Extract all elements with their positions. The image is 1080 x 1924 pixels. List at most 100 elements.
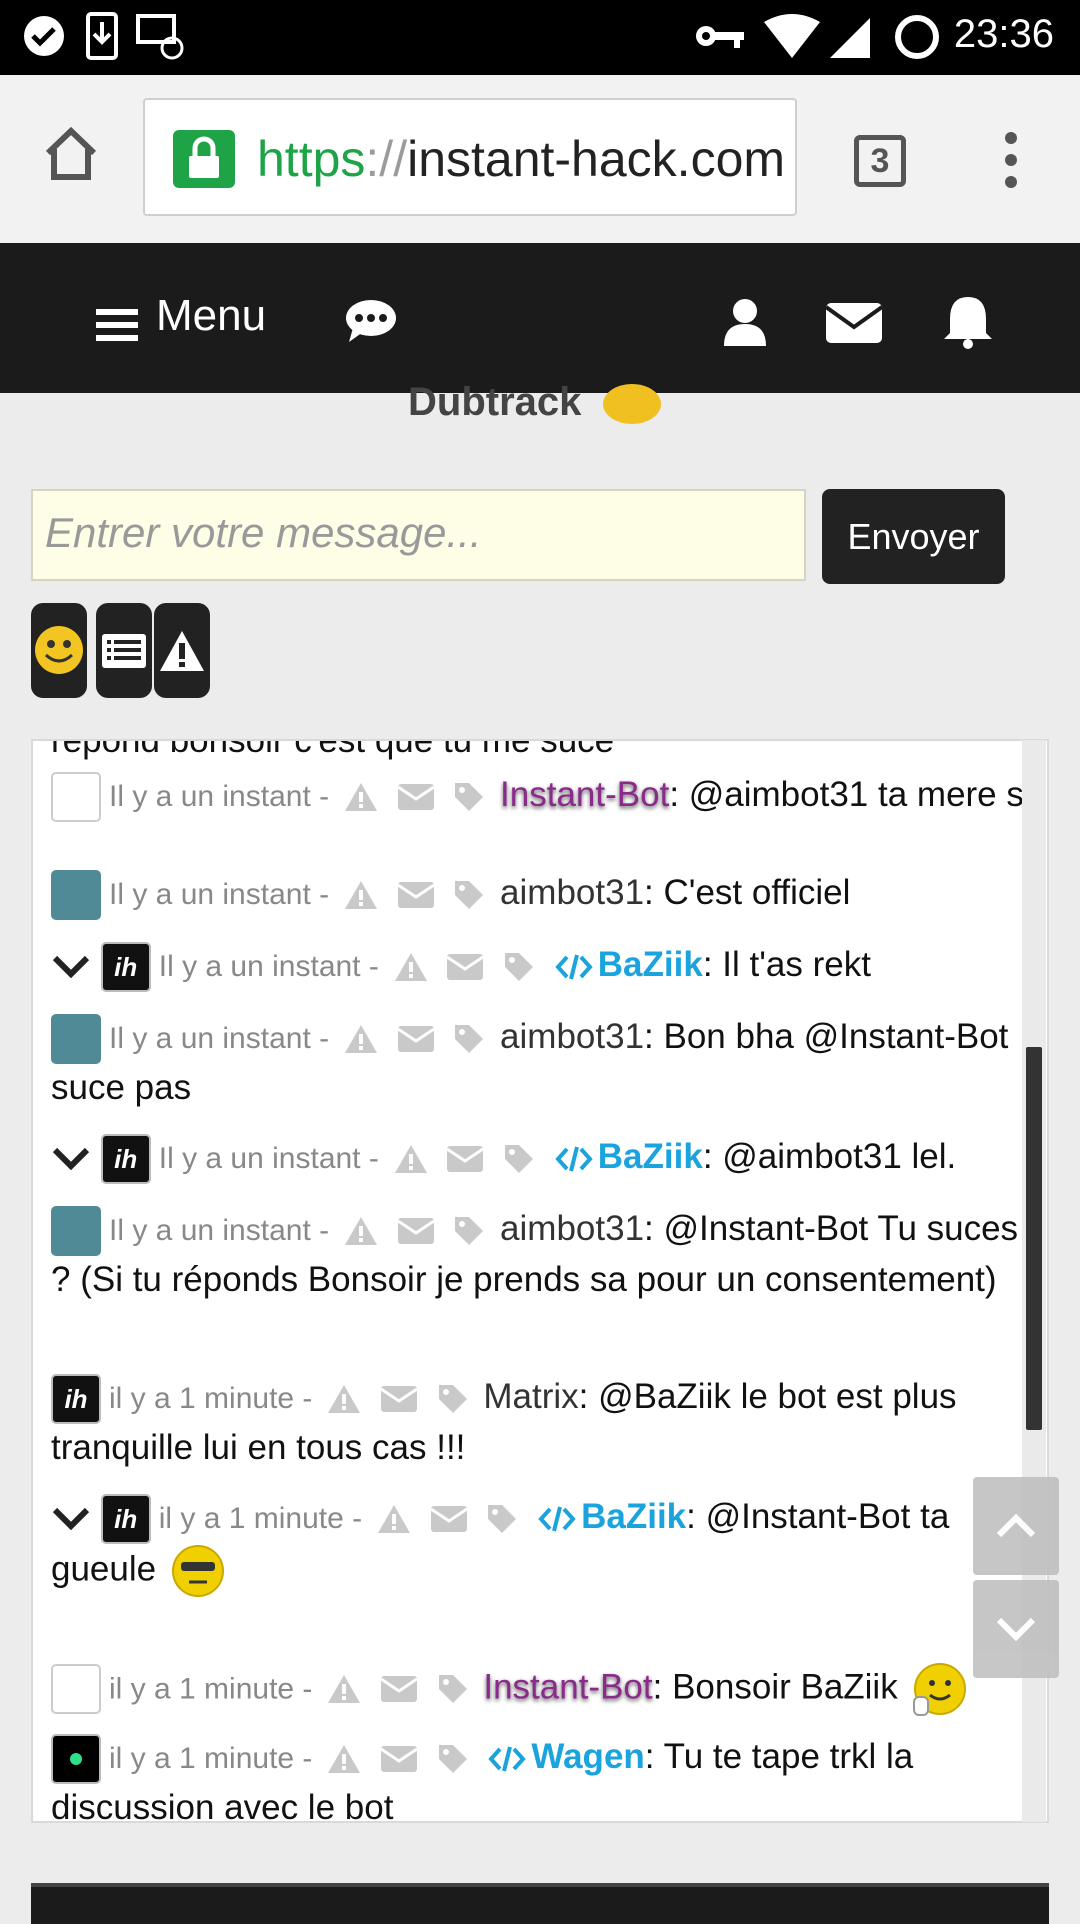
- envelope-icon[interactable]: [397, 1217, 434, 1244]
- avatar[interactable]: [51, 1205, 101, 1256]
- smiley-icon: [35, 626, 83, 674]
- emoji-button[interactable]: [31, 603, 87, 698]
- avatar[interactable]: [51, 1013, 101, 1064]
- chevron-down-icon[interactable]: [51, 1146, 91, 1172]
- wifi-icon: [764, 14, 820, 58]
- more-vert-icon[interactable]: [1000, 130, 1022, 190]
- username[interactable]: aimbot31: [500, 1017, 644, 1056]
- warning-icon[interactable]: [344, 1024, 378, 1054]
- list-item: Il y a un instant - aimbot31: C'est offi…: [51, 869, 1041, 920]
- avatar[interactable]: [51, 1733, 101, 1784]
- avatar[interactable]: [51, 869, 101, 920]
- tag-icon[interactable]: [453, 1023, 485, 1055]
- list-item: il y a 1 minute - Instant-Bot: Bonsoir B…: [51, 1661, 1041, 1717]
- warning-icon[interactable]: [394, 1144, 428, 1174]
- send-button[interactable]: Envoyer: [822, 489, 1005, 584]
- menu-label[interactable]: Menu: [156, 291, 266, 341]
- tag-icon[interactable]: [437, 1383, 469, 1415]
- message-text: : @aimbot31 lel.: [702, 1137, 957, 1176]
- envelope-icon[interactable]: [447, 1145, 484, 1172]
- download-icon: [86, 12, 118, 60]
- check-notification-icon: [24, 16, 64, 56]
- scroll-down-button[interactable]: [973, 1580, 1059, 1678]
- username[interactable]: Wagen: [531, 1737, 644, 1776]
- tag-icon[interactable]: [437, 1743, 469, 1775]
- tab-switcher-button[interactable]: 3: [854, 135, 906, 187]
- username[interactable]: Matrix: [483, 1377, 578, 1416]
- message-input[interactable]: Entrer votre message...: [31, 489, 806, 581]
- avatar[interactable]: [51, 771, 101, 822]
- report-button[interactable]: [154, 603, 210, 698]
- avatar[interactable]: ih: [100, 1133, 151, 1184]
- user-icon[interactable]: [722, 298, 768, 346]
- message-list-button[interactable]: [96, 603, 152, 698]
- tag-icon[interactable]: [453, 879, 485, 911]
- tag-icon[interactable]: [486, 1503, 518, 1535]
- code-icon: [488, 1746, 527, 1772]
- list-item: Il y a un instant - aimbot31: @Instant-B…: [51, 1205, 1041, 1304]
- list-item: ih Il y a un instant - BaZiik: @aimbot31 …: [51, 1133, 1041, 1184]
- list-item: il y a 1 minute - Wagen: Tu te tape trkl…: [51, 1733, 1041, 1821]
- tag-icon[interactable]: [453, 1215, 485, 1247]
- browser-toolbar: https://instant-hack.com 3: [0, 75, 1080, 244]
- list-item: répond bonsoir c'est que tu me suce: [51, 741, 1041, 765]
- chevron-down-icon[interactable]: [51, 954, 91, 980]
- tag-icon[interactable]: [437, 1673, 469, 1705]
- avatar[interactable]: ih: [100, 941, 151, 992]
- envelope-icon[interactable]: [380, 1385, 417, 1412]
- warning-icon[interactable]: [327, 1744, 361, 1774]
- envelope-icon[interactable]: [380, 1676, 417, 1702]
- list-item: ih il y a 1 minute - Matrix: @BaZiik le b…: [51, 1373, 1041, 1472]
- clock: 23:36: [953, 12, 1054, 56]
- chat-scrollbar-thumb[interactable]: [1026, 1047, 1042, 1430]
- timestamp: il y a 1 minute -: [109, 1742, 313, 1775]
- warning-icon[interactable]: [344, 880, 378, 910]
- avatar[interactable]: ih: [100, 1493, 151, 1544]
- envelope-icon[interactable]: [447, 953, 484, 980]
- envelope-icon[interactable]: [397, 1025, 434, 1052]
- username[interactable]: Instant-Bot: [500, 775, 669, 814]
- chat-bubble-icon[interactable]: [345, 298, 397, 344]
- envelope-icon[interactable]: [380, 1745, 417, 1772]
- username[interactable]: BaZiik: [598, 945, 703, 984]
- warning-icon[interactable]: [377, 1504, 411, 1534]
- timestamp: Il y a un instant -: [109, 878, 330, 911]
- page-title: Dubtrack: [408, 380, 661, 425]
- list-item: Il y a un instant - aimbot31: Bon bha @I…: [51, 1013, 1041, 1112]
- message-text: : @aimbot31 ta mere si: [669, 775, 1032, 814]
- address-bar[interactable]: https://instant-hack.com: [143, 98, 797, 216]
- bell-icon[interactable]: [942, 295, 994, 349]
- avatar[interactable]: ih: [51, 1373, 101, 1424]
- chevron-down-icon[interactable]: [51, 1506, 91, 1532]
- envelope-icon[interactable]: [397, 783, 434, 810]
- warning-icon[interactable]: [344, 1216, 378, 1246]
- warning-icon[interactable]: [394, 952, 428, 982]
- tag-icon[interactable]: [503, 1143, 535, 1175]
- chevron-up-icon: [996, 1513, 1036, 1538]
- envelope-icon[interactable]: [826, 303, 882, 343]
- tag-icon[interactable]: [453, 781, 485, 813]
- list-item: ih il y a 1 minute - BaZiik: @Instant-Bot…: [51, 1493, 1041, 1598]
- code-icon: [555, 1146, 593, 1172]
- message-text: : Il t'as rekt: [702, 945, 871, 984]
- cool-smiley-icon: [171, 1544, 224, 1597]
- lock-icon: [173, 130, 235, 188]
- chat-log[interactable]: répond bonsoir c'est que tu me suce Il y…: [31, 739, 1049, 1823]
- username[interactable]: BaZiik: [598, 1137, 703, 1176]
- warning-icon[interactable]: [327, 1384, 361, 1414]
- scroll-up-button[interactable]: [973, 1477, 1059, 1575]
- avatar[interactable]: [51, 1664, 101, 1714]
- warning-icon[interactable]: [327, 1674, 361, 1704]
- url-text: https://instant-hack.com: [257, 131, 786, 187]
- username[interactable]: BaZiik: [581, 1497, 686, 1536]
- avatar-dot-icon: [70, 1752, 82, 1765]
- username[interactable]: Instant-Bot: [483, 1667, 652, 1706]
- username[interactable]: aimbot31: [500, 873, 644, 912]
- username[interactable]: aimbot31: [500, 1209, 644, 1248]
- envelope-icon[interactable]: [397, 881, 434, 908]
- cast-off-icon: [136, 14, 184, 60]
- envelope-icon[interactable]: [430, 1505, 467, 1532]
- tag-icon[interactable]: [503, 951, 535, 983]
- warning-icon[interactable]: [344, 782, 378, 812]
- home-icon[interactable]: [42, 125, 100, 183]
